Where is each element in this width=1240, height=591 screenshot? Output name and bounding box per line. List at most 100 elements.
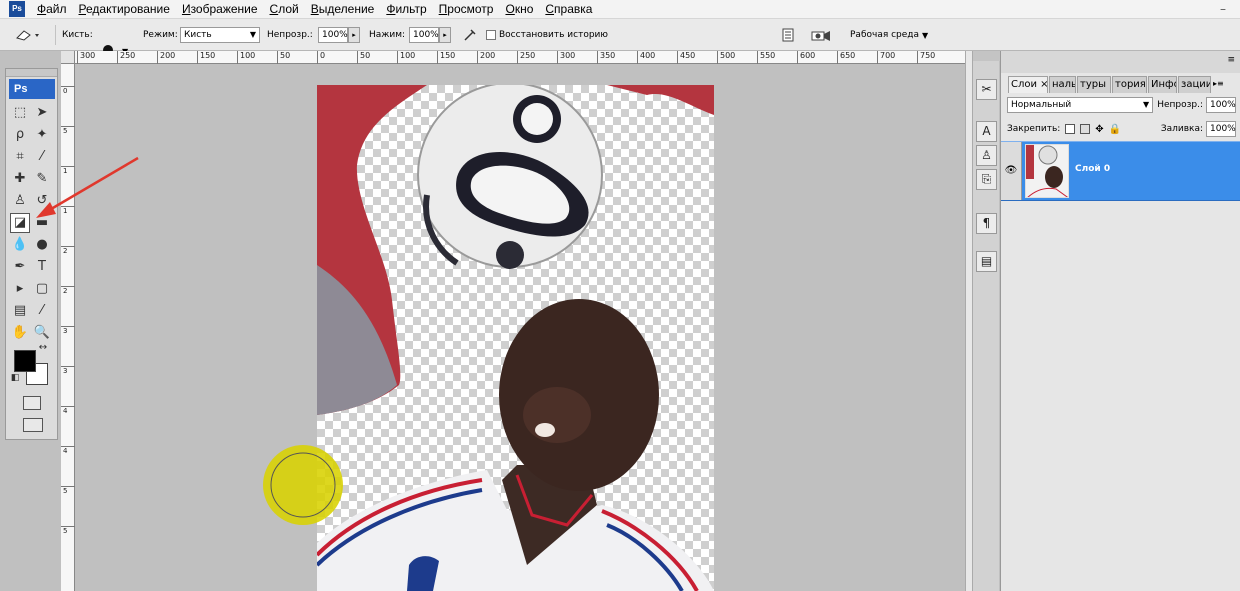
- red-background-remnant: [607, 85, 714, 115]
- blur-tool-icon[interactable]: 💧: [10, 235, 30, 255]
- ruler-origin[interactable]: [61, 51, 75, 64]
- tab-history[interactable]: тория: [1112, 76, 1147, 93]
- tab-layers[interactable]: Слои ×: [1008, 76, 1048, 93]
- minimize-button[interactable]: –: [1216, 2, 1230, 16]
- fill-input[interactable]: 100%: [1206, 121, 1236, 137]
- clone-stamp-tool-icon[interactable]: ♙: [10, 191, 30, 211]
- lock-transparency-icon[interactable]: [1065, 124, 1076, 134]
- screen-mode-icon[interactable]: [23, 418, 43, 432]
- menu-view[interactable]: Просмотр: [433, 0, 500, 19]
- canvas-image: [317, 85, 714, 591]
- shape-tool-icon[interactable]: ▢: [32, 279, 52, 299]
- paragraph-panel-icon[interactable]: ¶: [976, 213, 997, 234]
- menu-image[interactable]: Изображение: [176, 0, 264, 19]
- ruler-label: 200: [477, 51, 495, 64]
- ruler-label: 750: [917, 51, 935, 64]
- pressure-input[interactable]: 100%: [409, 27, 439, 43]
- chevron-down-icon: ▼: [249, 30, 256, 39]
- type-tool-icon[interactable]: T: [32, 257, 52, 277]
- pen-tool-icon[interactable]: ✒: [10, 257, 30, 277]
- layer-name: Слой 0: [1075, 164, 1111, 174]
- photoshop-app-icon[interactable]: Ps: [9, 1, 25, 17]
- pressure-label: Нажим:: [369, 30, 406, 40]
- ruler-label: 0: [61, 86, 75, 95]
- tool-presets-icon[interactable]: ♙: [976, 145, 997, 166]
- panel-menu-icon[interactable]: ≡: [1227, 55, 1235, 65]
- menu-select[interactable]: Выделение: [305, 0, 381, 19]
- eye-icon[interactable]: 👁: [1001, 142, 1022, 200]
- blend-mode-select[interactable]: Нормальный ▼: [1007, 97, 1154, 113]
- tab-info[interactable]: Инфо: [1148, 76, 1177, 93]
- quick-mask-icon[interactable]: [23, 396, 41, 410]
- palette-well-icon[interactable]: [780, 27, 796, 43]
- ruler-label: 150: [437, 51, 455, 64]
- magic-wand-tool-icon[interactable]: ✦: [32, 125, 52, 145]
- dodge-tool-icon[interactable]: ●: [32, 235, 52, 255]
- menu-help[interactable]: Справка: [539, 0, 598, 19]
- toolbox-grip[interactable]: [6, 69, 57, 77]
- workspace-menu[interactable]: Рабочая среда ▼: [850, 19, 928, 51]
- tab-actions[interactable]: зации: [1178, 76, 1211, 93]
- ruler-label: 300: [557, 51, 575, 64]
- ruler-label: 2: [61, 286, 75, 295]
- lock-position-icon[interactable]: ✥: [1095, 124, 1103, 135]
- menu-file[interactable]: Файл: [31, 0, 73, 19]
- eraser-preset-icon: [16, 30, 39, 41]
- pressure-slider-toggle[interactable]: ▸: [439, 27, 451, 43]
- panel-header[interactable]: ≡: [1001, 51, 1240, 73]
- marquee-tool-icon[interactable]: ⬚: [10, 103, 30, 123]
- move-tool-icon[interactable]: ➤: [32, 103, 52, 123]
- tab-channels[interactable]: налы: [1049, 76, 1076, 93]
- ruler-label: 2: [61, 246, 75, 255]
- navigator-icon[interactable]: ✂: [976, 79, 997, 100]
- path-selection-tool-icon[interactable]: ▸: [10, 279, 30, 299]
- foreground-color-swatch[interactable]: [14, 350, 36, 372]
- lasso-tool-icon[interactable]: ρ: [10, 125, 30, 145]
- ruler-label: 3: [61, 366, 75, 375]
- ruler-label: 450: [677, 51, 695, 64]
- menu-edit[interactable]: Редактирование: [73, 0, 176, 19]
- notes-tool-icon[interactable]: ▤: [10, 301, 30, 321]
- tool-preset-picker[interactable]: [14, 19, 40, 51]
- bridge-icon[interactable]: [810, 27, 832, 43]
- menu-window[interactable]: Окно: [499, 0, 539, 19]
- swap-colors-icon[interactable]: ↔: [36, 341, 50, 355]
- layer-row[interactable]: 👁 Слой 0: [1001, 141, 1240, 201]
- layer-comps-icon[interactable]: ▤: [976, 251, 997, 272]
- ruler-label: 5: [61, 126, 75, 135]
- vertical-scrollbar[interactable]: [965, 51, 972, 591]
- zoom-tool-icon[interactable]: 🔍: [32, 323, 52, 343]
- menu-layer[interactable]: Слой: [264, 0, 305, 19]
- layer-opacity-input[interactable]: 100%: [1206, 97, 1236, 113]
- restore-history-checkbox[interactable]: Восстановить историю: [486, 19, 608, 51]
- default-colors-icon[interactable]: ◧: [8, 371, 22, 385]
- ruler-label: 600: [797, 51, 815, 64]
- healing-brush-tool-icon[interactable]: ✚: [10, 169, 30, 189]
- lock-all-icon[interactable]: 🔒: [1109, 124, 1121, 135]
- menu-filter[interactable]: Фильтр: [380, 0, 432, 19]
- lock-label: Закрепить:: [1007, 124, 1061, 134]
- toolbox: Ps ⬚ ➤ ρ ✦ ⌗ ⁄ ✚ ✎ ♙ ↺ ◪ ▬ 💧 ● ✒ T ▸ ▢ ▤…: [5, 68, 58, 440]
- lock-pixels-icon[interactable]: [1080, 124, 1091, 134]
- hand-tool-icon[interactable]: ✋: [10, 323, 30, 343]
- eyedropper-tool-icon[interactable]: ⁄: [32, 301, 52, 321]
- ruler-label: 50: [277, 51, 290, 64]
- character-panel-icon[interactable]: A: [976, 121, 997, 142]
- layer-thumbnail-image: [1026, 145, 1068, 197]
- mode-select[interactable]: Кисть ▼: [180, 27, 260, 43]
- document-canvas[interactable]: [317, 85, 714, 591]
- panel-collapse-icon[interactable]: ▸≡: [1213, 79, 1224, 88]
- airbrush-icon[interactable]: [462, 27, 478, 43]
- ruler-label: 5: [61, 526, 75, 535]
- ruler-label: 150: [197, 51, 215, 64]
- ruler-label: 0: [317, 51, 325, 64]
- clone-source-icon[interactable]: ⎘: [976, 169, 997, 190]
- crop-tool-icon[interactable]: ⌗: [10, 147, 30, 167]
- photoshop-logo[interactable]: Ps: [9, 79, 55, 99]
- eraser-tool-icon[interactable]: ◪: [10, 213, 30, 233]
- opacity-slider-toggle[interactable]: ▸: [348, 27, 360, 43]
- tab-paths[interactable]: туры: [1077, 76, 1111, 93]
- dock-grip[interactable]: [973, 51, 1000, 61]
- blend-mode-value: Нормальный: [1011, 100, 1072, 110]
- opacity-input[interactable]: 100%: [318, 27, 348, 43]
